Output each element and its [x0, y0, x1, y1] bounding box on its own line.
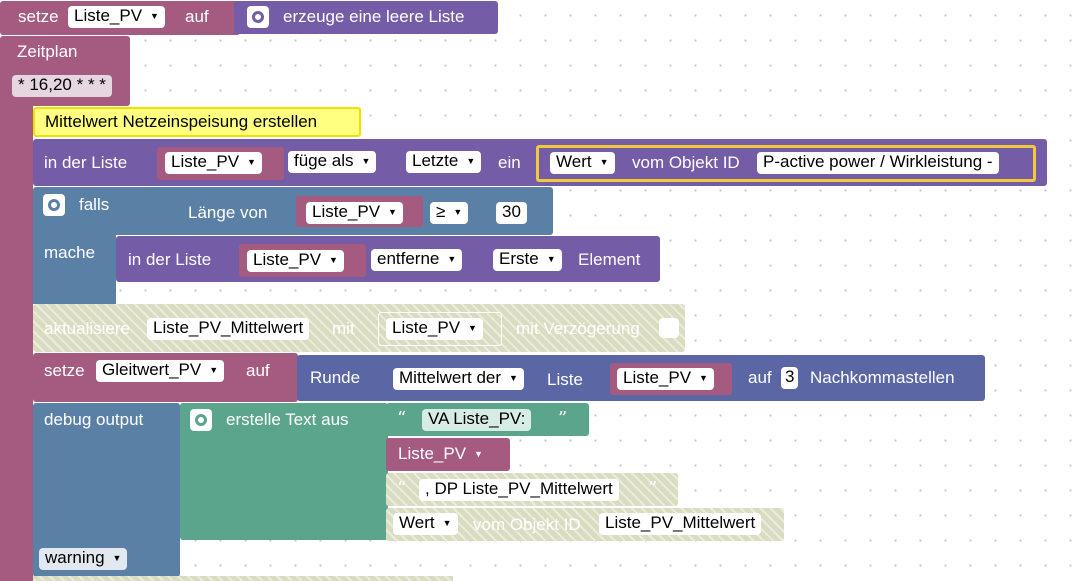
- value-dropdown[interactable]: Wert ▼: [393, 513, 458, 535]
- create-empty-list-label: erzeuge eine leere Liste: [283, 7, 465, 26]
- gear-icon[interactable]: [43, 194, 65, 216]
- close-quote-icon: ”: [648, 478, 658, 499]
- list-label: Liste: [547, 370, 583, 389]
- on-label: auf: [748, 368, 772, 387]
- schedule-label: Zeitplan: [17, 42, 78, 61]
- mean-dropdown[interactable]: Mittelwert der ▼: [393, 368, 524, 390]
- variable-dropdown[interactable]: Liste_PV ▼: [386, 318, 483, 340]
- if-side-bar: [33, 230, 116, 304]
- comment-text: Mittelwert Netzeinspeisung erstellen: [45, 112, 318, 131]
- log-level-dropdown[interactable]: warning ▼: [39, 548, 128, 570]
- in-list-label: in der Liste: [128, 250, 212, 269]
- variable-dropdown[interactable]: Gleitwert_PV ▼: [96, 360, 225, 382]
- to-keyword: auf: [246, 361, 270, 380]
- to-keyword: auf: [185, 7, 209, 26]
- text-field[interactable]: , DP Liste_PV_Mittelwert: [419, 479, 619, 501]
- variable-dropdown[interactable]: Liste_PV ▼: [394, 444, 487, 466]
- decimals-label: Nachkommastellen: [810, 368, 955, 387]
- variable-dropdown[interactable]: Liste_PV ▼: [247, 250, 344, 272]
- set-keyword: setze: [44, 361, 85, 380]
- if-label: falls: [79, 195, 110, 214]
- operator-dropdown[interactable]: ≥ ▼: [430, 202, 469, 224]
- value-dropdown[interactable]: Wert ▼: [550, 152, 615, 174]
- element-label: Element: [578, 250, 641, 269]
- as-label: ein: [498, 153, 521, 172]
- insert-mode-dropdown[interactable]: füge als ▼: [288, 151, 377, 173]
- digits-field[interactable]: 3: [781, 367, 799, 389]
- remove-mode-dropdown[interactable]: entferne ▼: [371, 249, 463, 271]
- delay-checkbox[interactable]: [659, 318, 679, 338]
- debug-label: debug output: [44, 410, 144, 429]
- open-quote-icon: “: [397, 478, 407, 499]
- cron-field[interactable]: * 16,20 * * *: [12, 75, 112, 97]
- text-field[interactable]: VA Liste_PV:: [422, 409, 532, 431]
- length-of-label: Länge von: [188, 203, 268, 222]
- position-dropdown[interactable]: Letzte ▼: [406, 151, 482, 173]
- variable-dropdown[interactable]: Liste_PV ▼: [165, 152, 262, 174]
- with-label: mit: [332, 319, 355, 338]
- do-label: mache: [44, 243, 96, 262]
- create-text-label: erstelle Text aus: [226, 410, 349, 429]
- position-dropdown[interactable]: Erste ▼: [493, 249, 562, 271]
- delay-label: mit Verzögerung: [516, 319, 640, 338]
- in-list-label: in der Liste: [44, 153, 128, 172]
- set-keyword: setze: [18, 7, 59, 26]
- close-quote-icon: ”: [558, 408, 568, 429]
- object-id-field[interactable]: P-active power / Wirkleistung -: [757, 152, 999, 174]
- variable-dropdown[interactable]: Liste_PV ▼: [306, 202, 403, 224]
- number-field[interactable]: 30: [496, 202, 527, 224]
- of-object-label: vom Objekt ID: [632, 153, 740, 172]
- gear-icon[interactable]: [247, 6, 269, 28]
- gear-icon[interactable]: [190, 409, 212, 431]
- target-field[interactable]: Liste_PV_Mittelwert: [147, 318, 310, 340]
- of-object-label: vom Objekt ID: [473, 515, 581, 534]
- next-block-disabled[interactable]: [33, 576, 453, 581]
- object-id-field[interactable]: Liste_PV_Mittelwert: [599, 513, 762, 535]
- variable-dropdown[interactable]: Liste_PV ▼: [617, 368, 714, 390]
- open-quote-icon: “: [397, 408, 407, 429]
- update-label: aktualisiere: [44, 319, 130, 338]
- schedule-side-bar: [0, 100, 33, 581]
- round-label: Runde: [310, 368, 361, 387]
- variable-dropdown[interactable]: Liste_PV ▼: [68, 6, 165, 28]
